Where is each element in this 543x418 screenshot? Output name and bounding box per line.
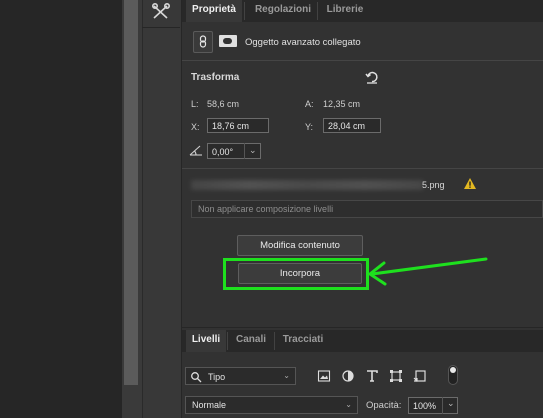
blend-mode-value: Normale [192,400,227,410]
tab-properties[interactable]: Proprietà [186,0,242,22]
y-label: Y: [305,122,314,132]
chevron-down-icon: ⌄ [345,400,352,409]
type-layer-filter-icon[interactable] [365,369,379,383]
layer-filter-dropdown[interactable]: Tipo ⌄ [185,367,296,385]
tab-divider [227,332,228,350]
filter-kind-label: Tipo [208,372,226,382]
angle-value: 0,00° [212,147,234,157]
tab-channels[interactable]: Canali [230,330,272,352]
pixel-layer-filter-icon[interactable] [317,369,331,383]
tab-layers[interactable]: Livelli [186,330,226,352]
width-value: 58,6 cm [207,99,240,109]
transform-title: Trasforma [191,72,240,83]
layers-tabbar: Livelli Canali Tracciati [182,330,543,352]
tool-strip-divider [142,27,180,28]
layer-comp-placeholder: Non applicare composizione livelli [198,204,334,214]
panel-icon-strip [142,0,181,418]
x-label: X: [191,122,200,132]
tools-icon[interactable] [150,2,172,22]
smart-object-filter-icon[interactable] [413,369,427,383]
file-path-blurred [191,180,423,190]
height-label: A: [305,99,314,109]
width-label: L: [191,99,199,109]
warning-icon[interactable] [463,177,477,190]
x-position-input[interactable]: 18,76 cm [207,118,269,133]
tab-divider [274,332,275,350]
edit-contents-button[interactable]: Modifica contenuto [237,235,363,256]
shape-layer-filter-icon[interactable] [389,369,403,383]
link-icon[interactable] [193,31,213,53]
canvas-scrollbar-thumb[interactable] [124,0,138,385]
adjustment-layer-filter-icon[interactable] [341,369,355,383]
layer-comp-dropdown[interactable]: Non applicare composizione livelli [191,200,543,218]
section-divider [182,168,543,169]
smart-object-icon [219,35,237,47]
opacity-value: 100% [413,401,437,411]
panel-divider [182,327,543,328]
tab-libraries[interactable]: Librerie [318,0,372,22]
angle-dropdown-chevron-icon[interactable]: ⌄ [244,143,262,159]
angle-icon [188,143,204,157]
document-canvas-area[interactable] [0,0,122,418]
smart-object-label: Oggetto avanzato collegato [245,37,361,48]
y-position-input[interactable]: 28,04 cm [323,118,381,133]
file-name-suffix: 5.png [422,180,445,190]
filter-toggle-switch[interactable] [448,365,458,385]
properties-tabbar: Proprietà Regolazioni Librerie [182,0,543,22]
section-divider [182,60,543,61]
embed-button[interactable]: Incorpora [238,263,362,284]
reset-transform-icon[interactable] [364,69,380,85]
annotation-arrow-icon [367,257,488,286]
properties-panel: Proprietà Regolazioni Librerie Oggetto a… [181,0,543,418]
search-icon [190,371,202,383]
height-value: 12,35 cm [323,99,361,109]
opacity-chevron-icon[interactable]: ⌄ [442,397,459,414]
blend-mode-dropdown[interactable]: Normale ⌄ [185,396,358,414]
tab-paths[interactable]: Tracciati [276,330,330,352]
opacity-label: Opacità: [366,400,402,411]
tab-adjustments[interactable]: Regolazioni [248,0,318,22]
chevron-down-icon: ⌄ [283,371,290,380]
tab-divider [244,2,245,20]
